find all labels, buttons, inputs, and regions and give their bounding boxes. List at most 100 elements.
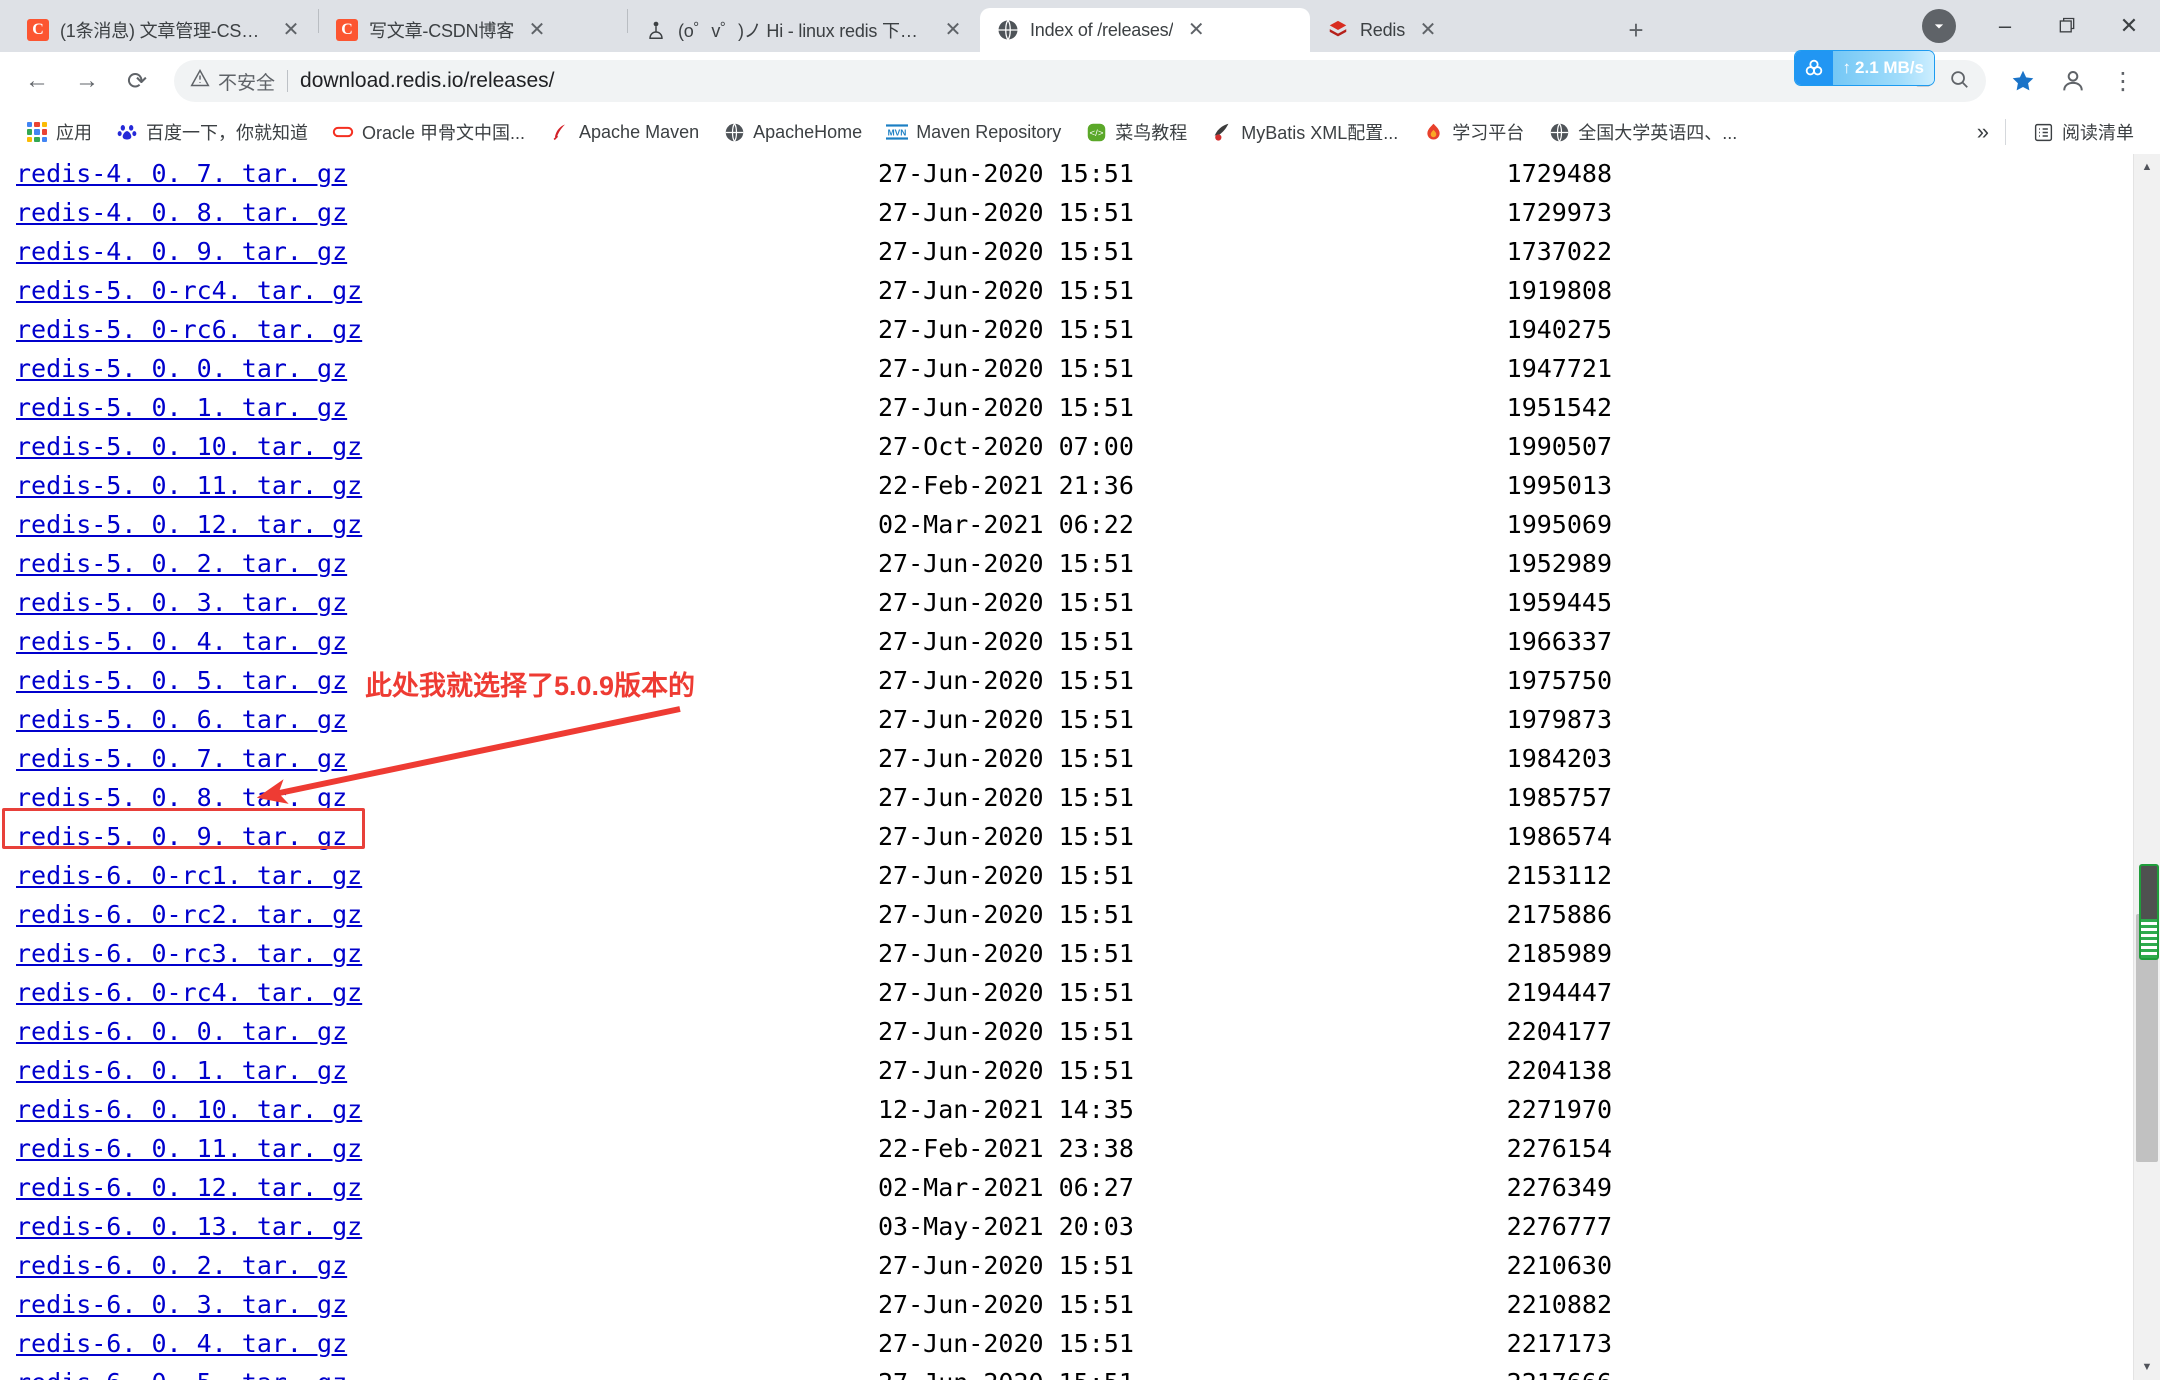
file-size: 2217666 — [1382, 1363, 1612, 1380]
file-date: 27-Jun-2020 15:51 — [878, 783, 1134, 812]
scrollbar-find-marker — [2139, 864, 2159, 960]
file-link[interactable]: redis-5. 0. 3. tar. gz — [16, 588, 347, 617]
file-link[interactable]: redis-5. 0-rc6. tar. gz — [16, 315, 362, 344]
bookmark-runoob[interactable]: </> 菜鸟教程 — [1075, 115, 1197, 149]
bookmark-apps[interactable]: 应用 — [16, 115, 102, 149]
forward-button[interactable]: → — [64, 58, 110, 104]
file-link[interactable]: redis-6. 0-rc3. tar. gz — [16, 939, 362, 968]
tab-redis[interactable]: Redis ✕ — [1310, 8, 1610, 52]
file-row: redis-5. 0. 4. tar. gz 27-Jun-2020 15:51 1… — [16, 622, 2160, 661]
reload-button[interactable]: ⟳ — [114, 58, 160, 104]
speed-value: 2.1 MB/s — [1855, 58, 1924, 77]
security-status[interactable]: 不安全 — [190, 68, 275, 95]
profile-avatar[interactable] — [1922, 9, 1956, 43]
file-link[interactable]: redis-6. 0. 1. tar. gz — [16, 1056, 347, 1085]
file-link[interactable]: redis-6. 0. 10. tar. gz — [16, 1095, 362, 1124]
browser-window: C (1条消息) 文章管理-CSDN博客 ✕ C 写文章-CSDN博客 ✕ (o… — [0, 0, 2160, 1380]
tab-csdn-article-manage[interactable]: C (1条消息) 文章管理-CSDN博客 ✕ — [10, 8, 318, 52]
bookmark-baidu[interactable]: 百度一下，你就知道 — [106, 115, 318, 149]
file-row: redis-5. 0. 11. tar. gz 22-Feb-2021 21:36… — [16, 466, 2160, 505]
window-close-button[interactable]: ✕ — [2098, 0, 2160, 52]
file-link[interactable]: redis-6. 0. 2. tar. gz — [16, 1251, 347, 1280]
zoom-search-icon[interactable] — [1948, 68, 1970, 95]
file-date: 27-Jun-2020 15:51 — [878, 666, 1134, 695]
file-link[interactable]: redis-5. 0. 12. tar. gz — [16, 510, 362, 539]
file-row: redis-6. 0. 3. tar. gz 27-Jun-2020 15:51 2… — [16, 1285, 2160, 1324]
file-link[interactable]: redis-5. 0. 10. tar. gz — [16, 432, 362, 461]
file-link[interactable]: redis-6. 0. 4. tar. gz — [16, 1329, 347, 1358]
file-size: 1951542 — [1506, 393, 1612, 422]
mvn-icon: MVN — [886, 121, 909, 143]
file-link[interactable]: redis-5. 0. 6. tar. gz — [16, 705, 347, 734]
tab-close-icon[interactable]: ✕ — [278, 17, 304, 43]
bookmark-apache-maven[interactable]: Apache Maven — [539, 117, 709, 147]
file-date: 22-Feb-2021 21:36 — [878, 471, 1134, 500]
file-link[interactable]: redis-6. 0. 11. tar. gz — [16, 1134, 362, 1163]
file-row: redis-6. 0-rc3. tar. gz 27-Jun-2020 15:51… — [16, 934, 2160, 973]
file-date: 27-Jun-2020 15:51 — [878, 315, 1134, 344]
tab-close-icon[interactable]: ✕ — [524, 17, 550, 43]
file-link[interactable]: redis-6. 0. 12. tar. gz — [16, 1173, 362, 1202]
tab-close-icon[interactable]: ✕ — [940, 17, 966, 43]
file-link[interactable]: redis-5. 0. 2. tar. gz — [16, 549, 347, 578]
bookmark-cet[interactable]: 全国大学英语四、... — [1538, 115, 1747, 149]
back-button[interactable]: ← — [14, 58, 60, 104]
security-label: 不安全 — [218, 72, 276, 94]
chrome-menu-button[interactable]: ⋮ — [2100, 58, 2146, 104]
file-link[interactable]: redis-6. 0. 5. tar. gz — [16, 1368, 347, 1380]
tab-close-icon[interactable]: ✕ — [1183, 17, 1209, 43]
file-link[interactable]: redis-4. 0. 8. tar. gz — [16, 198, 347, 227]
profile-button[interactable] — [2050, 58, 2096, 104]
bookmark-maven-repository[interactable]: MVN Maven Repository — [876, 117, 1071, 147]
bookmark-star-icon[interactable] — [2000, 58, 2046, 104]
file-date: 27-Jun-2020 15:51 — [878, 393, 1134, 422]
file-link[interactable]: redis-5. 0. 1. tar. gz — [16, 393, 347, 422]
file-row: redis-4. 0. 7. tar. gz 27-Jun-2020 15:51 1… — [16, 154, 2160, 193]
window-minimize-button[interactable]: – — [1974, 0, 2036, 52]
scroll-down-arrow-icon[interactable]: ▼ — [2134, 1354, 2160, 1380]
file-link[interactable]: redis-4. 0. 9. tar. gz — [16, 237, 347, 266]
apps-grid-icon — [26, 121, 48, 143]
reading-list-button[interactable]: 阅读清单 — [2022, 115, 2144, 149]
bookmark-mybatis[interactable]: MyBatis XML配置... — [1201, 115, 1408, 149]
file-link[interactable]: redis-5. 0. 5. tar. gz — [16, 666, 347, 695]
file-date: 27-Jun-2020 15:51 — [878, 1329, 1134, 1358]
file-link[interactable]: redis-5. 0. 7. tar. gz — [16, 744, 347, 773]
page-scrollbar[interactable]: ▲ ▼ — [2133, 154, 2160, 1380]
file-date: 27-Jun-2020 15:51 — [878, 822, 1134, 851]
file-link[interactable]: redis-4. 0. 7. tar. gz — [16, 159, 347, 188]
file-size: 1986574 — [1506, 822, 1612, 851]
file-link[interactable]: redis-5. 0. 11. tar. gz — [16, 471, 362, 500]
file-link[interactable]: redis-6. 0. 3. tar. gz — [16, 1290, 347, 1319]
bookmarks-overflow-button[interactable]: » — [1977, 119, 1989, 145]
file-link[interactable]: redis-5. 0. 9. tar. gz — [16, 822, 347, 851]
file-link[interactable]: redis-5. 0. 8. tar. gz — [16, 783, 347, 812]
address-bar[interactable]: 不安全 download.redis.io/releases/ ↑ 2.1 MB/… — [174, 51, 1986, 102]
file-row: redis-6. 0. 1. tar. gz 27-Jun-2020 15:51 2… — [16, 1051, 2160, 1090]
file-link[interactable]: redis-5. 0. 4. tar. gz — [16, 627, 347, 656]
tab-linux-redis-download[interactable]: (o゜v゜)ノ Hi - linux redis 下载安 ✕ — [628, 8, 980, 52]
file-link[interactable]: redis-6. 0. 13. tar. gz — [16, 1212, 362, 1241]
file-link[interactable]: redis-6. 0. 0. tar. gz — [16, 1017, 347, 1046]
tab-close-icon[interactable]: ✕ — [1415, 17, 1441, 43]
tab-index-of-releases[interactable]: Index of /releases/ ✕ — [980, 8, 1310, 52]
tab-csdn-write[interactable]: C 写文章-CSDN博客 ✕ — [319, 8, 627, 52]
window-maximize-button[interactable] — [2036, 0, 2098, 52]
bookmark-oracle[interactable]: Oracle 甲骨文中国... — [322, 115, 535, 149]
scroll-up-arrow-icon[interactable]: ▲ — [2134, 154, 2160, 180]
tab-label: (1条消息) 文章管理-CSDN博客 — [60, 21, 268, 41]
file-size: 1995069 — [1506, 510, 1612, 539]
file-link[interactable]: redis-6. 0-rc4. tar. gz — [16, 978, 362, 1007]
file-link[interactable]: redis-5. 0-rc4. tar. gz — [16, 276, 362, 305]
file-link[interactable]: redis-5. 0. 0. tar. gz — [16, 354, 347, 383]
url-text: download.redis.io/releases/ — [300, 69, 555, 92]
bookmark-study-platform[interactable]: 学习平台 — [1412, 115, 1534, 149]
file-link[interactable]: redis-6. 0-rc2. tar. gz — [16, 900, 362, 929]
file-link[interactable]: redis-6. 0-rc1. tar. gz — [16, 861, 362, 890]
new-tab-button[interactable]: + — [1616, 10, 1656, 50]
bookmark-apache-home[interactable]: ApacheHome — [713, 117, 872, 147]
download-manager-badge[interactable]: ↑ 2.1 MB/s — [1794, 51, 1934, 85]
study-icon — [1422, 121, 1444, 143]
file-size: 2204138 — [1506, 1056, 1612, 1085]
file-size: 2175886 — [1506, 900, 1612, 929]
